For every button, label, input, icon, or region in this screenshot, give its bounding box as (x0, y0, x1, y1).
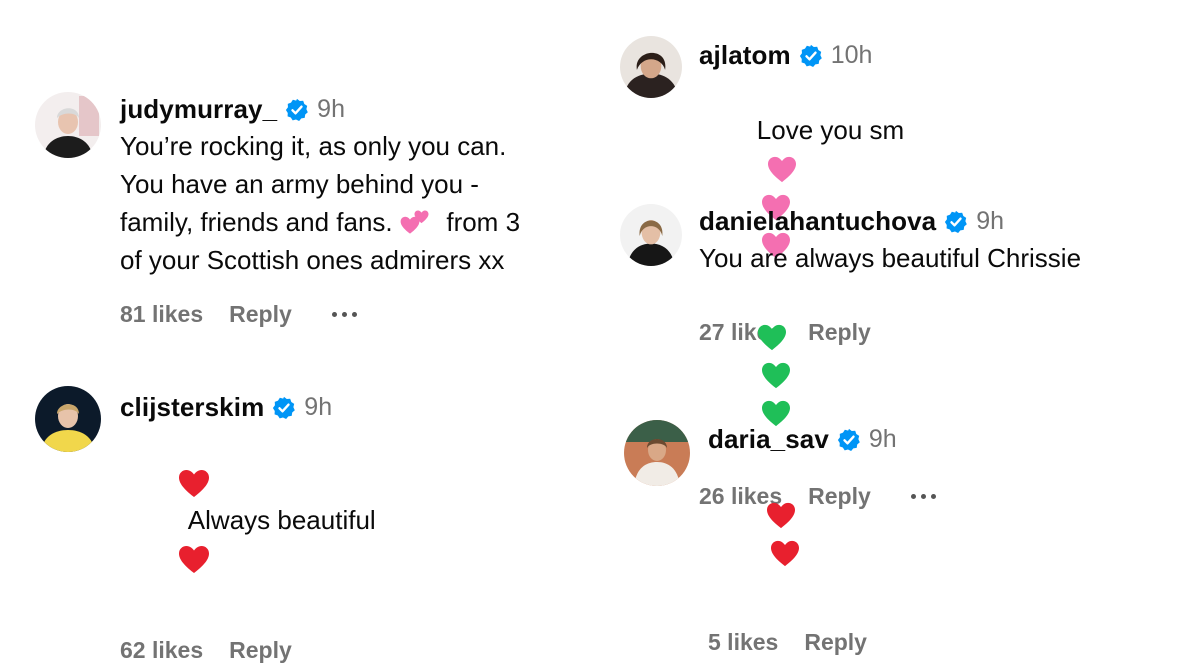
comment: ajlatom 10h Love you sm 27 likes Reply (600, 0, 1200, 345)
username[interactable]: danielahantuchova (699, 206, 936, 237)
avatar-photo-icon (620, 36, 682, 98)
two-hearts-icon (400, 210, 432, 238)
red-heart-icon (770, 540, 800, 568)
verified-badge-icon (944, 210, 968, 234)
avatar[interactable] (35, 386, 101, 452)
username[interactable]: daria_sav (708, 424, 829, 455)
right-comments-panel: ajlatom 10h Love you sm 27 likes Reply d… (600, 0, 1200, 655)
avatar-photo-icon (624, 420, 690, 486)
reply-button[interactable]: Reply (804, 629, 867, 656)
comment-text: You are always beautiful Chrissie (699, 243, 1082, 273)
verified-badge-icon (272, 396, 296, 420)
left-comments-panel: judymurray_ 9h You’re rocking it, as onl… (0, 0, 600, 663)
red-heart-icon (178, 545, 210, 575)
likes-count[interactable]: 62 likes (120, 637, 203, 664)
reply-button[interactable]: Reply (229, 301, 292, 328)
likes-count[interactable]: 81 likes (120, 301, 203, 328)
username[interactable]: clijsterskim (120, 392, 264, 423)
likes-count[interactable]: 5 likes (708, 629, 778, 656)
comment: clijsterskim 9h Always beautiful 62 like… (0, 370, 600, 663)
timestamp[interactable]: 9h (869, 425, 897, 454)
avatar-photo-icon (35, 386, 101, 452)
avatar[interactable] (35, 92, 101, 158)
avatar[interactable] (620, 36, 682, 98)
comment-text: You’re rocking it, as only you can. You … (120, 131, 521, 275)
comment: judymurray_ 9h You’re rocking it, as onl… (0, 0, 600, 360)
more-options-icon[interactable] (331, 312, 357, 317)
username[interactable]: judymurray_ (120, 94, 277, 125)
pink-heart-icon (767, 156, 797, 184)
timestamp[interactable]: 9h (317, 95, 345, 124)
comment: danielahantuchova 9h You are always beau… (600, 190, 1200, 509)
avatar[interactable] (620, 204, 682, 266)
comment-text (708, 457, 1188, 609)
reply-button[interactable]: Reply (229, 637, 292, 664)
green-heart-icon (757, 324, 787, 352)
username[interactable]: ajlatom (699, 40, 791, 71)
comment-text: Always beautiful (120, 425, 590, 615)
avatar[interactable] (624, 420, 690, 486)
green-heart-icon (761, 362, 791, 390)
verified-badge-icon (799, 44, 823, 68)
timestamp[interactable]: 10h (831, 41, 873, 70)
red-heart-icon (178, 469, 210, 499)
timestamp[interactable]: 9h (304, 393, 332, 422)
avatar-photo-icon (620, 204, 682, 266)
comment: daria_sav 9h 5 likes Reply (600, 410, 1200, 655)
verified-badge-icon (285, 98, 309, 122)
timestamp[interactable]: 9h (976, 207, 1004, 236)
red-heart-icon (766, 502, 796, 530)
verified-badge-icon (837, 428, 861, 452)
avatar-photo-icon (35, 92, 101, 158)
